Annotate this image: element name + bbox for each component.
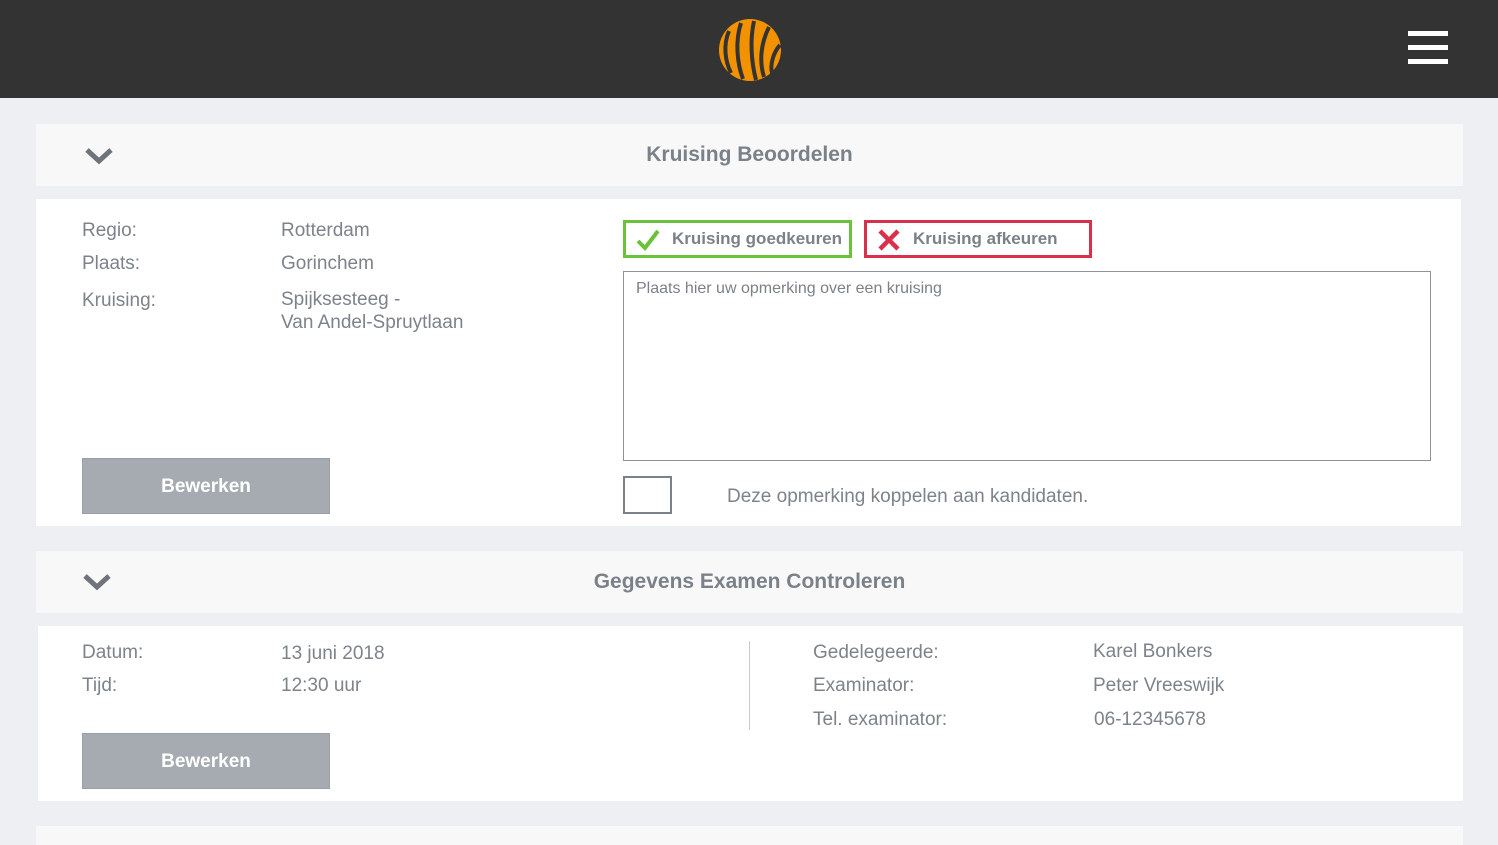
approve-label: Kruising goedkeuren — [672, 229, 843, 248]
section-header-kruising[interactable]: Kruising Beoordelen — [36, 124, 1463, 186]
tiger-stripes-logo[interactable] — [717, 17, 783, 83]
hamburger-menu-icon[interactable] — [1408, 29, 1450, 67]
datum-value: 13 juni 2018 — [281, 643, 385, 664]
tel-examinator-value: 06-12345678 — [1094, 709, 1206, 730]
edit-examen-button[interactable]: Bewerken — [82, 733, 330, 789]
regio-value: Rotterdam — [281, 220, 370, 241]
column-divider — [749, 641, 750, 730]
examinator-value: Peter Vreeswijk — [1093, 675, 1225, 696]
section-title-kruising: Kruising Beoordelen — [646, 143, 853, 166]
datum-label: Datum: — [82, 642, 144, 663]
section-header-examen[interactable]: Gegevens Examen Controleren — [36, 551, 1463, 613]
examinator-label: Examinator: — [813, 675, 915, 696]
top-bar — [0, 0, 1498, 98]
kruising-label: Kruising: — [82, 290, 156, 311]
regio-label: Regio: — [82, 220, 137, 241]
check-icon — [636, 229, 660, 252]
section-title-examen: Gegevens Examen Controleren — [593, 570, 906, 593]
reject-kruising-button[interactable]: Kruising afkeuren — [864, 220, 1092, 258]
kruising-value-line2: Van Andel-Spruytlaan — [281, 312, 464, 333]
link-candidates-label: Deze opmerking koppelen aan kandidaten. — [727, 486, 1089, 507]
plaats-value: Gorinchem — [281, 253, 374, 274]
link-candidates-checkbox[interactable] — [623, 476, 672, 514]
approve-kruising-button[interactable]: Kruising goedkeuren — [623, 220, 852, 258]
cross-icon — [878, 229, 900, 251]
tijd-label: Tijd: — [82, 675, 118, 696]
kruising-value-line1: Spijksesteeg - — [281, 289, 401, 310]
gedelegeerde-value: Karel Bonkers — [1093, 641, 1213, 662]
tijd-value: 12:30 uur — [281, 675, 362, 696]
section-header-next[interactable] — [36, 826, 1463, 845]
remark-textarea[interactable] — [623, 271, 1431, 461]
edit-kruising-button[interactable]: Bewerken — [82, 458, 330, 514]
reject-label: Kruising afkeuren — [913, 229, 1058, 248]
gedelegeerde-label: Gedelegeerde: — [813, 642, 939, 663]
plaats-label: Plaats: — [82, 253, 141, 274]
tel-examinator-label: Tel. examinator: — [813, 709, 948, 730]
